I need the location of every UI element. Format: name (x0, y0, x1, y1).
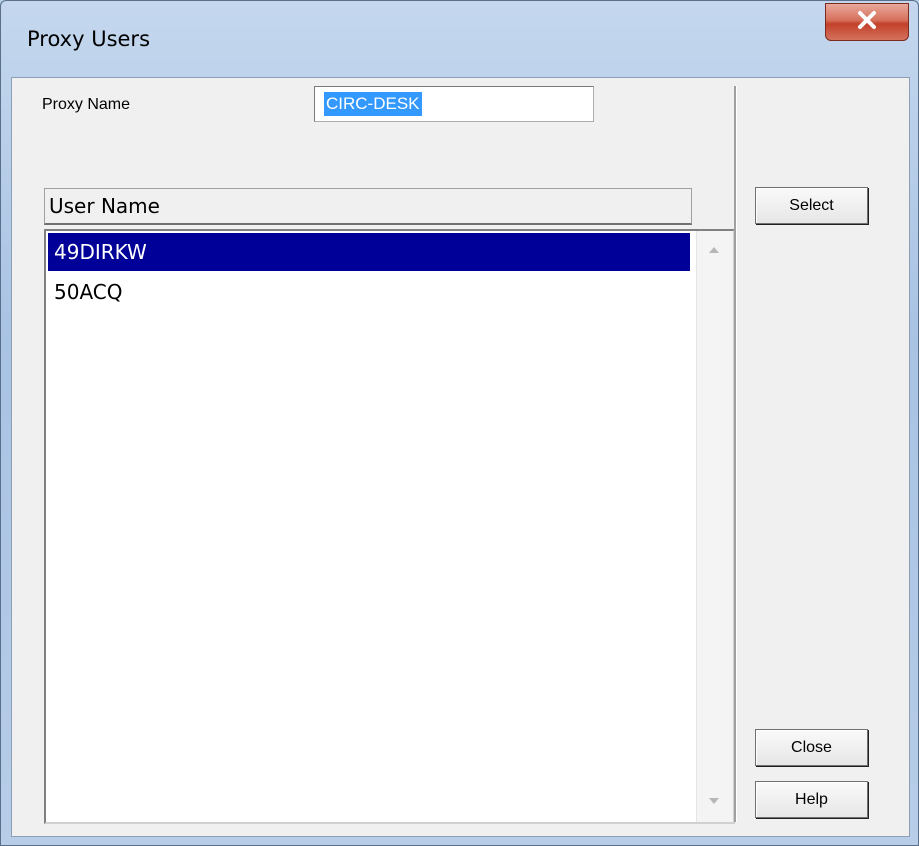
list-item[interactable]: 50ACQ (48, 273, 690, 311)
title-bar[interactable]: Proxy Users (1, 1, 918, 77)
select-button[interactable]: Select (755, 187, 868, 224)
close-button[interactable]: Close (755, 729, 868, 766)
close-x-icon (856, 10, 878, 34)
proxy-name-value: CIRC-DESK (324, 92, 422, 116)
scroll-up-arrow-icon[interactable] (709, 247, 719, 253)
vertical-divider (734, 86, 737, 822)
vertical-scrollbar[interactable] (696, 231, 733, 822)
scroll-down-arrow-icon[interactable] (709, 798, 719, 804)
window-title: Proxy Users (27, 27, 151, 51)
proxy-users-window: Proxy Users Proxy Name CIRC-DESK User Na… (0, 0, 919, 846)
user-name-column-header[interactable]: User Name (44, 188, 692, 225)
dialog-body: Proxy Name CIRC-DESK User Name 49DIRKW 5… (11, 77, 910, 837)
user-list[interactable]: 49DIRKW 50ACQ (44, 229, 735, 824)
list-item[interactable]: 49DIRKW (48, 233, 690, 271)
window-close-button[interactable] (825, 3, 909, 41)
proxy-name-input[interactable]: CIRC-DESK (314, 86, 594, 122)
help-button[interactable]: Help (755, 781, 868, 818)
proxy-name-label: Proxy Name (42, 96, 131, 113)
